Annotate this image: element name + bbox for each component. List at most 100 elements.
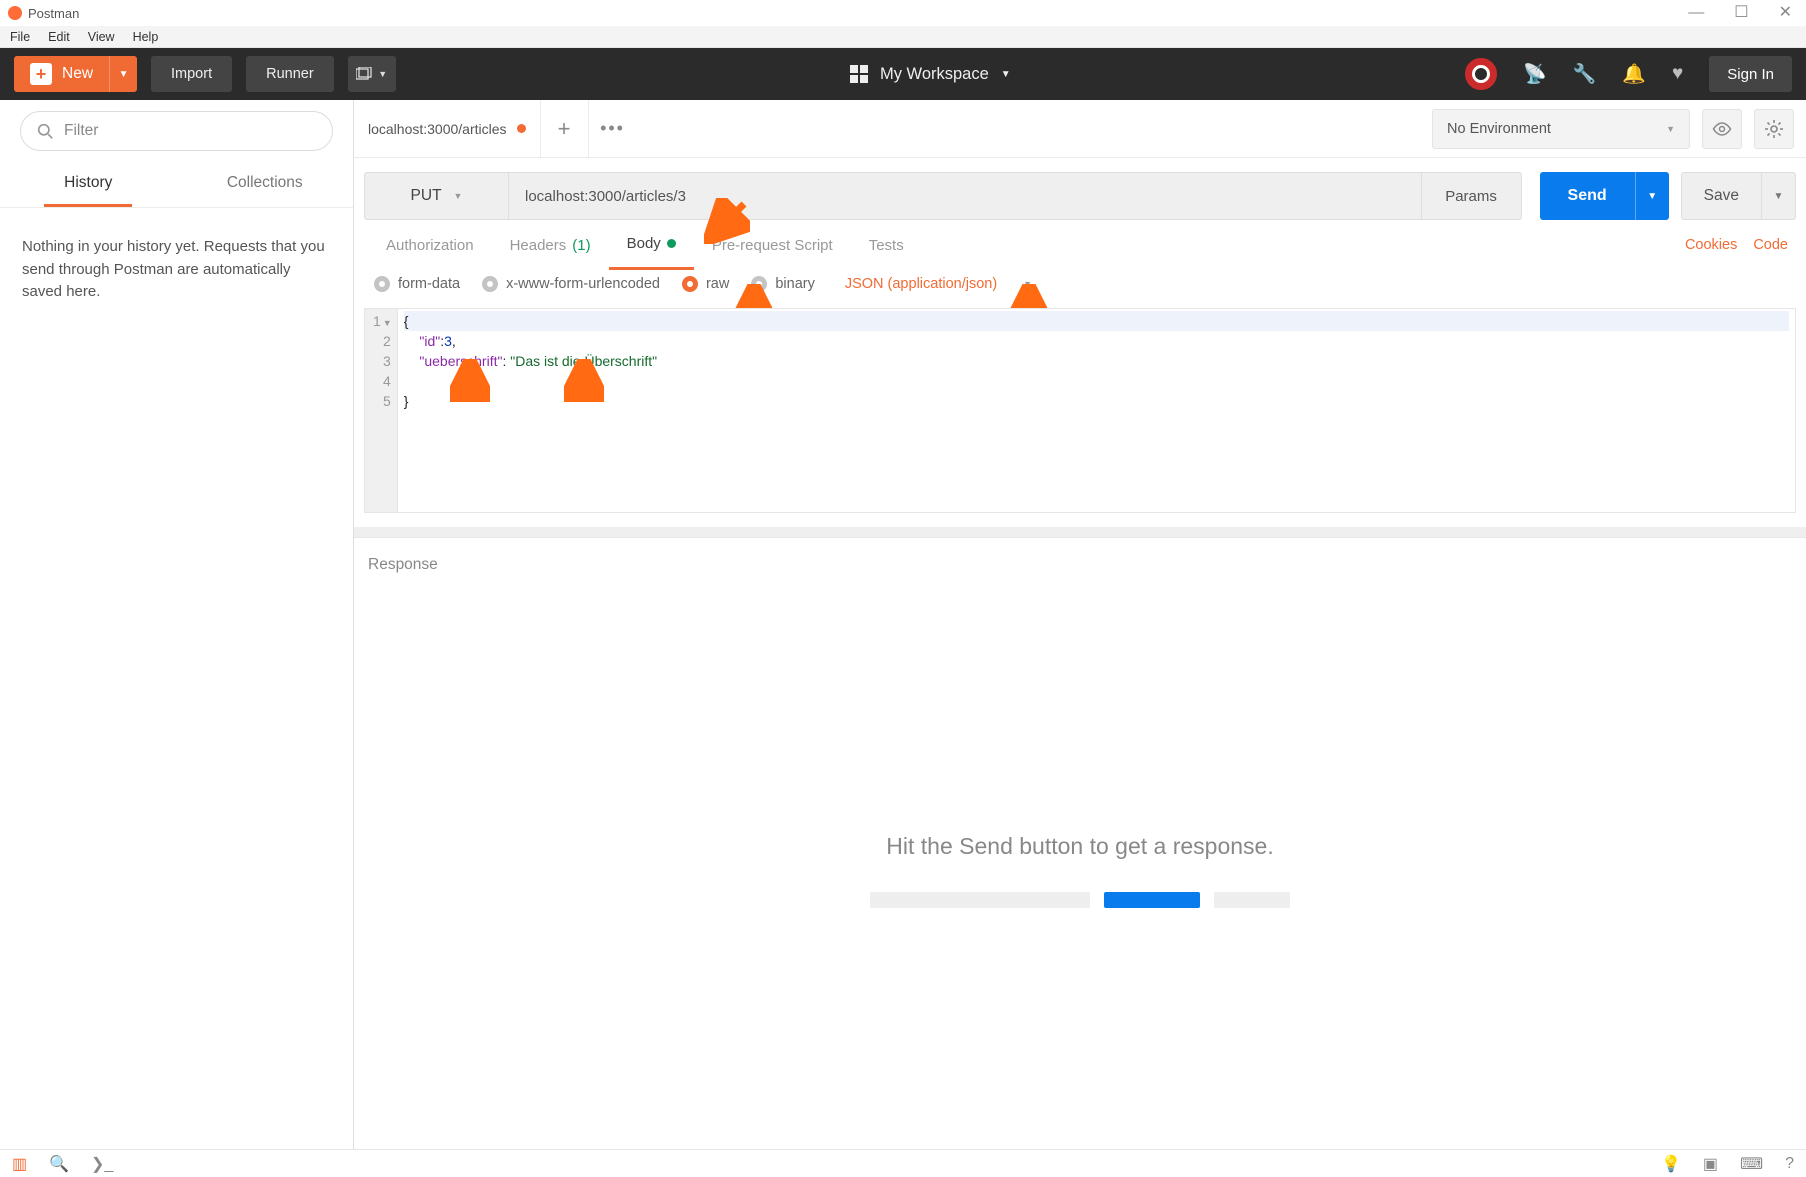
radio-formdata[interactable]: form-data <box>374 276 460 292</box>
save-label: Save <box>1704 187 1739 205</box>
request-tab-bar: localhost:3000/articles + ••• No Environ… <box>354 100 1806 158</box>
help-icon[interactable]: ? <box>1785 1155 1794 1173</box>
menu-view[interactable]: View <box>88 30 115 44</box>
radio-icon <box>374 276 390 292</box>
import-button[interactable]: Import <box>151 56 232 92</box>
unsaved-dot-icon <box>517 124 526 133</box>
headers-count: (1) <box>572 237 590 254</box>
send-label: Send <box>1568 187 1607 205</box>
environment-select[interactable]: No Environment ▼ <box>1432 109 1690 149</box>
tab-collections[interactable]: Collections <box>177 162 354 204</box>
filter-input[interactable]: Filter <box>20 111 333 151</box>
response-hint: Hit the Send button to get a response. <box>886 833 1273 860</box>
window-plus-icon <box>356 67 374 81</box>
placeholder-bar <box>870 892 1090 908</box>
gear-icon <box>1764 119 1784 139</box>
satellite-icon[interactable]: 📡 <box>1523 62 1547 86</box>
params-button[interactable]: Params <box>1422 172 1522 220</box>
subtab-prerequest[interactable]: Pre-request Script <box>694 220 851 270</box>
request-bar: PUT ▼ localhost:3000/articles/3 Params S… <box>364 172 1796 220</box>
heart-icon[interactable]: ♥ <box>1672 63 1683 85</box>
plus-icon: + <box>30 63 52 85</box>
chevron-down-icon: ▼ <box>1666 124 1675 134</box>
console-icon[interactable]: ❯_ <box>91 1154 113 1174</box>
fold-icon[interactable]: ▼ <box>383 313 391 333</box>
body-editor[interactable]: 1▼ 2 3 4 5 { "id":3, "ueberschrift": "Da… <box>364 308 1796 513</box>
menu-edit[interactable]: Edit <box>48 30 70 44</box>
response-area: Hit the Send button to get a response. <box>354 591 1806 1149</box>
request-tab[interactable]: localhost:3000/articles <box>354 100 541 157</box>
new-window-button[interactable]: ▼ <box>348 56 396 92</box>
response-label: Response <box>368 556 438 574</box>
import-label: Import <box>171 66 212 82</box>
radio-urlencoded[interactable]: x-www-form-urlencoded <box>482 276 660 292</box>
sidebar: Filter History Collections Nothing in yo… <box>0 100 354 1149</box>
new-tab-button[interactable]: + <box>541 100 589 157</box>
content-type-label: JSON (application/json) <box>845 276 997 292</box>
editor-code[interactable]: { "id":3, "ueberschrift": "Das ist die Ü… <box>398 309 1795 512</box>
env-quicklook-button[interactable] <box>1702 109 1742 149</box>
window-title: Postman <box>28 6 79 21</box>
method-label: PUT <box>411 187 442 205</box>
save-button[interactable]: Save <box>1681 172 1762 220</box>
send-button[interactable]: Send <box>1540 172 1635 220</box>
content-type-select[interactable]: JSON (application/json) ▼ <box>837 276 1032 292</box>
environment-label: No Environment <box>1447 121 1551 137</box>
keyboard-icon[interactable]: ⌨ <box>1740 1154 1763 1174</box>
radio-icon <box>482 276 498 292</box>
subtab-authorization[interactable]: Authorization <box>368 220 492 270</box>
menu-bar: File Edit View Help <box>0 26 1806 48</box>
new-button[interactable]: + New ▼ <box>14 56 137 92</box>
runner-label: Runner <box>266 66 314 82</box>
two-pane-icon[interactable]: ▣ <box>1703 1154 1718 1174</box>
tab-options-button[interactable]: ••• <box>589 100 637 157</box>
menu-help[interactable]: Help <box>133 30 159 44</box>
subtab-body[interactable]: Body <box>609 220 694 270</box>
params-label: Params <box>1445 188 1497 205</box>
bulb-icon[interactable]: 💡 <box>1661 1154 1681 1174</box>
new-dropdown[interactable]: ▼ <box>109 56 137 92</box>
minimize-icon[interactable]: — <box>1688 6 1704 20</box>
sidebar-toggle-icon[interactable]: ▥ <box>12 1154 27 1174</box>
close-icon[interactable]: ✕ <box>1779 6 1792 20</box>
bell-icon[interactable]: 🔔 <box>1622 62 1646 86</box>
content-area: localhost:3000/articles + ••• No Environ… <box>354 100 1806 1149</box>
radio-selected-icon <box>682 276 698 292</box>
radio-raw[interactable]: raw <box>682 276 729 292</box>
menu-file[interactable]: File <box>10 30 30 44</box>
cookies-link[interactable]: Cookies <box>1685 237 1737 253</box>
settings-button[interactable] <box>1754 109 1794 149</box>
method-select[interactable]: PUT ▼ <box>364 172 509 220</box>
radio-binary[interactable]: binary <box>751 276 815 292</box>
chevron-down-icon: ▼ <box>454 191 463 201</box>
chevron-down-icon: ▼ <box>378 69 387 79</box>
search-icon <box>37 123 54 140</box>
filter-placeholder: Filter <box>64 122 98 140</box>
wrench-icon[interactable]: 🔧 <box>1573 62 1597 86</box>
tab-history[interactable]: History <box>0 162 177 204</box>
new-button-label: New <box>62 65 93 83</box>
placeholder-bar <box>1104 892 1200 908</box>
subtab-headers[interactable]: Headers (1) <box>492 220 609 270</box>
response-header: Response <box>354 537 1806 591</box>
status-bar: ▥ 🔍 ❯_ 💡 ▣ ⌨ ? <box>0 1149 1806 1177</box>
signin-button[interactable]: Sign In <box>1709 56 1792 92</box>
postman-logo-icon <box>8 6 22 20</box>
find-icon[interactable]: 🔍 <box>49 1154 69 1174</box>
signin-label: Sign In <box>1727 66 1774 83</box>
radio-icon <box>751 276 767 292</box>
sync-status-icon[interactable] <box>1465 58 1497 90</box>
eye-icon <box>1712 122 1732 136</box>
workspace-selector[interactable]: My Workspace ▼ <box>850 65 1011 84</box>
window-controls: — ☐ ✕ <box>1688 6 1798 20</box>
code-link[interactable]: Code <box>1753 237 1788 253</box>
send-dropdown[interactable]: ▼ <box>1635 172 1669 220</box>
url-input[interactable]: localhost:3000/articles/3 <box>509 172 1422 220</box>
url-value: localhost:3000/articles/3 <box>525 188 686 205</box>
maximize-icon[interactable]: ☐ <box>1734 6 1748 20</box>
subtab-tests[interactable]: Tests <box>851 220 922 270</box>
save-dropdown[interactable]: ▼ <box>1762 172 1796 220</box>
body-type-selector: form-data x-www-form-urlencoded raw bina… <box>364 270 1796 308</box>
runner-button[interactable]: Runner <box>246 56 334 92</box>
top-toolbar: + New ▼ Import Runner ▼ My Workspace ▼ 📡… <box>0 48 1806 100</box>
